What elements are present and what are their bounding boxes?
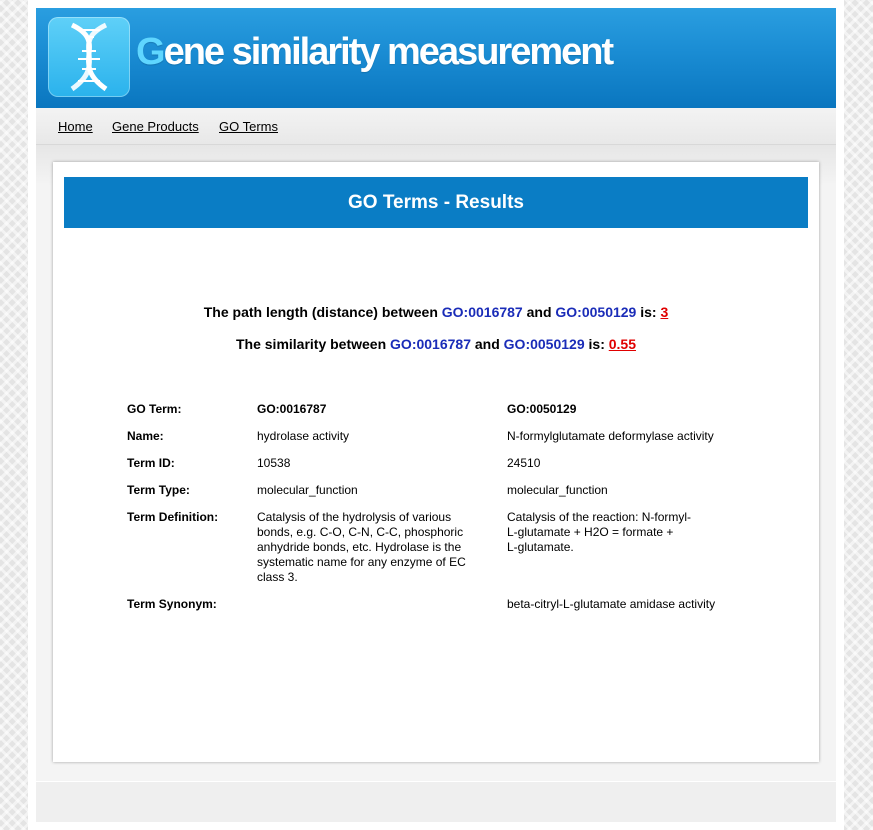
definition-line: anhydride bonds, etc. Hydrolase is the (257, 540, 462, 554)
site-title-rest: ene similarity measurement (163, 31, 615, 73)
term-id-col2: 24510 (507, 456, 541, 470)
go-term-col2: GO:0050129 (507, 402, 577, 416)
site-title: Gene similarity measurement (136, 31, 615, 74)
dna-logo-icon[interactable] (48, 17, 130, 97)
site-header: Gene similarity measurement (36, 8, 836, 108)
term-type-label: Term Type: (127, 483, 190, 497)
path-and: and (522, 304, 556, 320)
results-title: GO Terms - Results (348, 192, 524, 213)
similarity-is: is: (584, 336, 609, 352)
term-type-col1: molecular_function (257, 483, 358, 497)
nav-home-link[interactable]: Home (58, 119, 93, 134)
page-wrapper: Gene similarity measurement Home Gene Pr… (28, 0, 844, 830)
definition-line: L-glutamate. (507, 540, 574, 554)
similarity-term2: GO:0050129 (503, 336, 585, 352)
path-prefix: The path length (distance) between (203, 304, 442, 320)
content-area: GO Terms - Results The path length (dist… (36, 145, 836, 781)
name-label: Name: (127, 429, 164, 443)
go-term-label: GO Term: (127, 402, 182, 416)
path-term2: GO:0050129 (555, 304, 637, 320)
definition-line: systematic name for any enzyme of EC (257, 555, 466, 569)
term-definition-col1: Catalysis of the hydrolysis of various b… (257, 510, 466, 585)
path-length-summary: The path length (distance) between GO:00… (53, 304, 819, 320)
site-title-initial: G (136, 31, 166, 73)
term-synonym-col2: beta-citryl-L-glutamate amidase activity (507, 597, 716, 611)
term-definition-label: Term Definition: (127, 510, 219, 524)
path-is: is: (636, 304, 661, 320)
definition-line: L-glutamate + H2O = formate + (507, 525, 674, 539)
nav-go-terms-link[interactable]: GO Terms (219, 119, 278, 134)
definition-line: Catalysis of the reaction: N-formyl- (507, 510, 692, 524)
term-id-label: Term ID: (127, 456, 175, 470)
term-type-col2: molecular_function (507, 483, 608, 497)
term-synonym-label: Term Synonym: (127, 597, 217, 611)
similarity-term1: GO:0016787 (390, 336, 471, 352)
term-id-col1: 10538 (257, 456, 291, 470)
term-definition-col2: Catalysis of the reaction: N-formyl- L-g… (507, 510, 691, 555)
definition-line: Catalysis of the hydrolysis of various (257, 510, 452, 524)
results-panel: GO Terms - Results The path length (dist… (53, 162, 819, 762)
path-length-value[interactable]: 3 (660, 304, 668, 320)
definition-line: bonds, e.g. C-O, C-N, C-C, phosphoric (257, 525, 464, 539)
definition-line: class 3. (257, 570, 298, 584)
similarity-and: and (471, 336, 504, 352)
results-title-bar: GO Terms - Results (64, 177, 808, 228)
nav-gene-products-link[interactable]: Gene Products (112, 119, 199, 134)
similarity-value[interactable]: 0.55 (609, 336, 636, 352)
footer-bar (36, 782, 836, 822)
name-col1: hydrolase activity (257, 429, 350, 443)
main-nav: Home Gene Products GO Terms (36, 108, 836, 145)
name-col2: N-formylglutamate deformylase activity (507, 429, 714, 443)
path-term1: GO:0016787 (441, 304, 523, 320)
go-term-col1: GO:0016787 (257, 402, 327, 416)
similarity-prefix: The similarity between (235, 336, 391, 352)
similarity-summary: The similarity between GO:0016787 and GO… (53, 336, 819, 352)
